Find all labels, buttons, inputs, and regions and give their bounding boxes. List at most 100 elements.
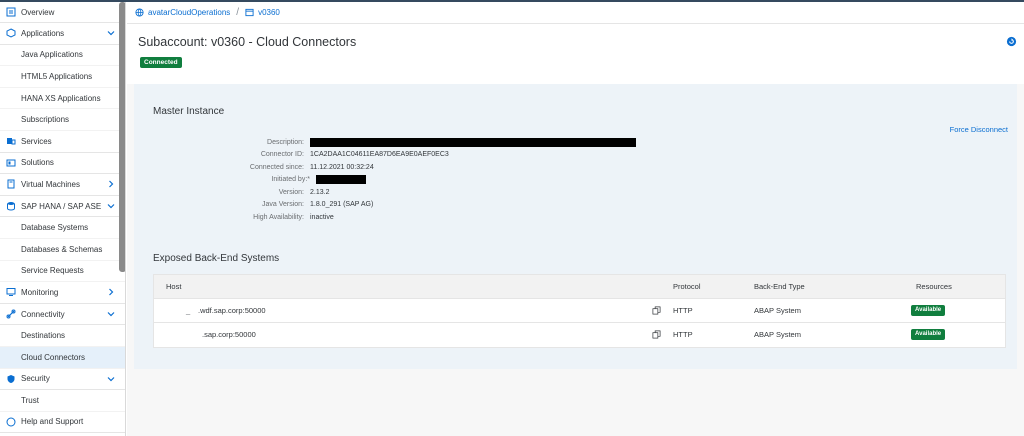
sidebar-item-database-systems[interactable]: Database Systems bbox=[0, 217, 125, 239]
protocol-cell: HTTP bbox=[673, 306, 693, 315]
available-badge[interactable]: Available bbox=[911, 305, 946, 316]
sidebar-item-label: Service Requests bbox=[21, 266, 84, 276]
chevron-down-icon[interactable] bbox=[107, 202, 115, 210]
connectivity-icon bbox=[5, 309, 16, 320]
subaccount-icon bbox=[245, 8, 254, 17]
table-row[interactable]: .sap.corp:50000 HTTP ABAP System Availab… bbox=[154, 323, 1005, 347]
sidebar-item-overview[interactable]: Overview bbox=[0, 2, 125, 23]
sidebar-item-label: Services bbox=[21, 136, 52, 146]
virtual-machines-icon bbox=[5, 179, 16, 190]
page-header: Subaccount: v0360 - Cloud Connectors Con… bbox=[127, 24, 1024, 84]
sidebar-item-security[interactable]: Security bbox=[0, 369, 125, 391]
backend-systems-table: Host Protocol Back-End Type Resources _ … bbox=[153, 274, 1006, 348]
sidebar-item-label: Solutions bbox=[21, 158, 54, 168]
sidebar-item-sap-hana[interactable]: SAP HANA / SAP ASE bbox=[0, 196, 125, 218]
protocol-cell: HTTP bbox=[673, 330, 693, 339]
sidebar-item-label: Applications bbox=[21, 28, 65, 38]
status-badge: Connected bbox=[140, 57, 182, 68]
field-label: Version: bbox=[278, 188, 304, 196]
page-title: Subaccount: v0360 - Cloud Connectors bbox=[138, 35, 357, 49]
chevron-down-icon[interactable] bbox=[107, 375, 115, 383]
breadcrumb-item-global-account[interactable]: avatarCloudOperations bbox=[135, 8, 230, 17]
sidebar-item-databases-schemas[interactable]: Databases & Schemas bbox=[0, 239, 125, 261]
sidebar-item-monitoring[interactable]: Monitoring bbox=[0, 282, 125, 304]
refresh-icon[interactable] bbox=[1006, 36, 1017, 47]
field-label: Description: bbox=[267, 138, 304, 146]
sidebar-item-virtual-machines[interactable]: Virtual Machines bbox=[0, 174, 125, 196]
column-header-resources: Resources bbox=[916, 282, 952, 291]
field-value: 1CA2DAA1C04611EA87D6EA9E0AEF0EC3 bbox=[310, 151, 449, 158]
field-version: Version: 2.13.2 bbox=[134, 186, 330, 198]
field-value: 1.8.0_291 (SAP AG) bbox=[310, 201, 374, 208]
sidebar-scrollbar[interactable] bbox=[119, 2, 125, 272]
sidebar-item-label: HANA XS Applications bbox=[21, 93, 101, 103]
sidebar-item-html5-applications[interactable]: HTML5 Applications bbox=[0, 66, 125, 88]
field-label: High Availability: bbox=[253, 213, 304, 221]
sidebar-item-cloud-connectors[interactable]: Cloud Connectors bbox=[0, 346, 125, 369]
sidebar-item-label: Cloud Connectors bbox=[21, 352, 86, 362]
sidebar-item-java-applications[interactable]: Java Applications bbox=[0, 45, 125, 67]
sidebar-item-label: SAP HANA / SAP ASE bbox=[21, 201, 102, 211]
services-icon bbox=[5, 136, 16, 147]
overview-icon bbox=[5, 7, 16, 18]
sidebar-item-connectivity[interactable]: Connectivity bbox=[0, 304, 125, 326]
available-badge[interactable]: Available bbox=[911, 329, 946, 340]
field-connected-since: Connected since: 11.12.2021 00:32:24 bbox=[134, 161, 374, 173]
copy-icon[interactable] bbox=[652, 330, 661, 339]
help-icon bbox=[5, 416, 16, 427]
field-high-availability: High Availability: inactive bbox=[134, 211, 334, 223]
field-value bbox=[310, 137, 636, 147]
breadcrumb: avatarCloudOperations / v0360 bbox=[127, 2, 1024, 24]
sidebar-item-label: HTML5 Applications bbox=[21, 71, 93, 81]
sidebar-item-service-requests[interactable]: Service Requests bbox=[0, 261, 125, 283]
sidebar-item-applications[interactable]: Applications bbox=[0, 23, 125, 45]
chevron-down-icon[interactable] bbox=[107, 310, 115, 318]
sidebar-item-label: Subscriptions bbox=[21, 115, 70, 125]
redacted-block bbox=[310, 137, 636, 147]
field-connector-id: Connector ID: 1CA2DAA1C04611EA87D6EA9E0A… bbox=[134, 149, 449, 161]
field-label: Initiated by:* bbox=[271, 176, 310, 183]
field-java-version: Java Version: 1.8.0_291 (SAP AG) bbox=[134, 199, 373, 211]
cloud-connector-panel: Master Instance Force Disconnect Descrip… bbox=[134, 84, 1017, 369]
sidebar-item-label: Trust bbox=[21, 395, 39, 405]
table-row[interactable]: _ .wdf.sap.corp:50000 HTTP ABAP System A… bbox=[154, 299, 1005, 323]
chevron-right-icon[interactable] bbox=[107, 180, 115, 188]
breadcrumb-separator: / bbox=[236, 7, 240, 18]
table-header: Host Protocol Back-End Type Resources bbox=[154, 275, 1005, 299]
column-header-protocol: Protocol bbox=[673, 282, 701, 291]
field-label: Java Version: bbox=[261, 201, 304, 208]
sidebar-item-label: Destinations bbox=[21, 331, 66, 341]
sidebar-item-label: Database Systems bbox=[21, 223, 89, 233]
field-label: Connected since: bbox=[249, 163, 304, 171]
solutions-icon bbox=[5, 157, 16, 168]
applications-icon bbox=[5, 28, 16, 39]
sidebar-item-solutions[interactable]: Solutions bbox=[0, 153, 125, 175]
field-description: Description: bbox=[134, 136, 636, 148]
chevron-right-icon[interactable] bbox=[107, 288, 115, 296]
column-header-host: Host bbox=[166, 282, 182, 291]
sidebar-item-help-support[interactable]: Help and Support bbox=[0, 412, 125, 434]
sidebar-item-hana-xs-applications[interactable]: HANA XS Applications bbox=[0, 88, 125, 110]
sidebar-item-subscriptions[interactable]: Subscriptions bbox=[0, 109, 125, 131]
force-disconnect-link[interactable]: Force Disconnect bbox=[950, 125, 1008, 134]
sidebar-item-destinations[interactable]: Destinations bbox=[0, 325, 125, 347]
sidebar-item-label: Databases & Schemas bbox=[21, 244, 103, 254]
content-area: Master Instance Force Disconnect Descrip… bbox=[127, 84, 1024, 436]
database-icon bbox=[5, 201, 16, 212]
sidebar-item-label: Java Applications bbox=[21, 50, 83, 60]
breadcrumb-item-subaccount[interactable]: v0360 bbox=[245, 8, 280, 17]
master-instance-title: Master Instance bbox=[153, 106, 225, 117]
sidebar-item-trust[interactable]: Trust bbox=[0, 390, 125, 412]
breadcrumb-label: avatarCloudOperations bbox=[148, 8, 231, 17]
chevron-down-icon[interactable] bbox=[107, 29, 115, 37]
sidebar-item-label: Monitoring bbox=[21, 287, 59, 297]
field-value bbox=[316, 175, 366, 184]
sidebar-item-services[interactable]: Services bbox=[0, 131, 125, 153]
host-prefix: _ bbox=[186, 306, 191, 315]
sidebar-item-label: Security bbox=[21, 374, 50, 384]
breadcrumb-label: v0360 bbox=[258, 8, 280, 17]
globe-icon bbox=[135, 8, 144, 17]
field-value: 2.13.2 bbox=[310, 188, 330, 196]
copy-icon[interactable] bbox=[652, 306, 661, 315]
monitoring-icon bbox=[5, 287, 16, 298]
